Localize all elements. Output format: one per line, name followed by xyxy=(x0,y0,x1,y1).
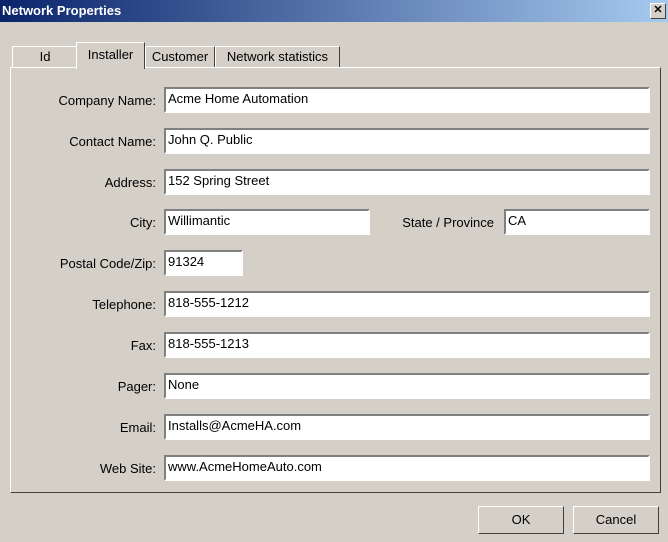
postal-code-field[interactable]: 91324 xyxy=(164,250,243,276)
tab-installer[interactable]: Installer xyxy=(76,42,145,69)
company-name-field[interactable]: Acme Home Automation xyxy=(164,87,650,113)
pager-field[interactable]: None xyxy=(164,373,650,399)
close-button[interactable]: ✕ xyxy=(650,3,666,19)
tab-customer-label: Customer xyxy=(151,49,209,64)
postal-code-label: Postal Code/Zip: xyxy=(59,256,156,271)
city-label: City: xyxy=(130,215,156,230)
ok-button[interactable]: OK xyxy=(478,506,564,534)
tab-installer-label: Installer xyxy=(87,47,134,62)
close-icon: ✕ xyxy=(653,4,663,16)
email-field[interactable]: Installs@AcmeHA.com xyxy=(164,414,650,440)
cancel-button[interactable]: Cancel xyxy=(573,506,659,534)
tab-network-statistics-label: Network statistics xyxy=(226,49,329,64)
title-bar: Network Properties ✕ xyxy=(0,0,668,22)
fax-label: Fax: xyxy=(130,338,156,353)
tab-customer[interactable]: Customer xyxy=(145,46,215,68)
pager-label: Pager: xyxy=(117,379,156,394)
state-province-label: State / Province xyxy=(402,215,494,230)
website-field[interactable]: www.AcmeHomeAuto.com xyxy=(164,455,650,481)
telephone-label: Telephone: xyxy=(92,297,156,312)
tab-id[interactable]: Id xyxy=(12,46,78,68)
state-province-field[interactable]: CA xyxy=(504,209,650,235)
email-label: Email: xyxy=(119,420,156,435)
company-name-label: Company Name: xyxy=(58,93,156,108)
tab-network-statistics[interactable]: Network statistics xyxy=(215,46,340,68)
website-label: Web Site: xyxy=(99,461,156,476)
telephone-field[interactable]: 818-555-1212 xyxy=(164,291,650,317)
contact-name-field[interactable]: John Q. Public xyxy=(164,128,650,154)
contact-name-label: Contact Name: xyxy=(69,134,156,149)
address-label: Address: xyxy=(104,175,156,190)
address-field[interactable]: 152 Spring Street xyxy=(164,169,650,195)
city-field[interactable]: Willimantic xyxy=(164,209,370,235)
tab-id-label: Id xyxy=(39,49,51,64)
window-title: Network Properties xyxy=(2,3,122,18)
fax-field[interactable]: 818-555-1213 xyxy=(164,332,650,358)
